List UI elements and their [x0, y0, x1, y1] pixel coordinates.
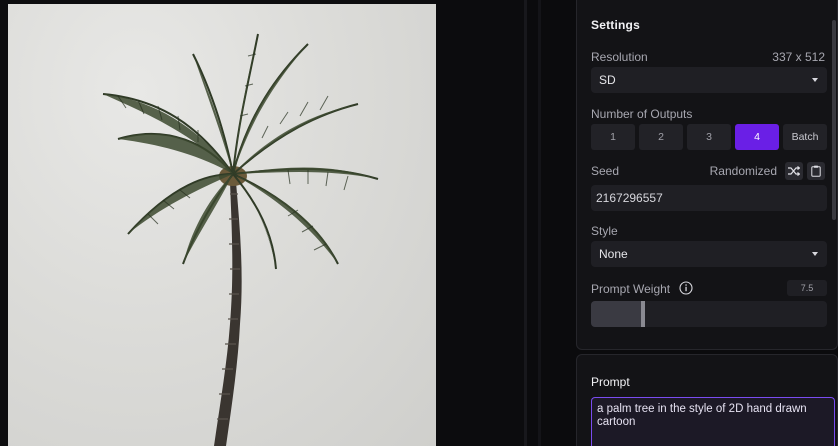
palm-tree-image: [102, 33, 379, 446]
settings-panel: Settings Resolution 337 x 512 SD Number …: [576, 0, 838, 350]
shuffle-icon[interactable]: [785, 162, 803, 180]
seed-label: Seed: [591, 164, 620, 178]
seed-input[interactable]: 2167296557: [591, 185, 827, 211]
info-glyph: [679, 281, 693, 295]
generated-image[interactable]: [8, 4, 436, 446]
seed-tools: Randomized: [710, 162, 825, 180]
prompt-title: Prompt: [591, 375, 630, 389]
prompt-weight-slider[interactable]: [591, 301, 827, 327]
resolution-value: 337 x 512: [772, 50, 825, 64]
style-select[interactable]: None: [591, 241, 827, 267]
outputs-option-4[interactable]: 4: [735, 124, 779, 150]
shuffle-glyph: [788, 166, 800, 176]
prompt-weight-slider-thumb[interactable]: [641, 301, 645, 327]
chevron-down-icon: [812, 78, 818, 82]
seed-value: 2167296557: [596, 191, 663, 205]
info-icon[interactable]: [679, 281, 693, 295]
prompt-panel: Prompt a palm tree in the style of 2D ha…: [576, 354, 838, 446]
prompt-weight-row: Prompt Weight 7.5: [591, 280, 827, 300]
image-gutter: [436, 0, 526, 446]
image-panel: [0, 0, 436, 446]
panel-divider[interactable]: [524, 0, 527, 446]
outputs-option-2[interactable]: 2: [639, 124, 683, 150]
prompt-weight-value[interactable]: 7.5: [787, 280, 827, 296]
seed-mode: Randomized: [709, 164, 777, 178]
clipboard-glyph: [811, 165, 821, 177]
outputs-option-3[interactable]: 3: [687, 124, 731, 150]
outputs-option-batch[interactable]: Batch: [783, 124, 827, 150]
style-selected: None: [599, 247, 628, 261]
resolution-label: Resolution: [591, 50, 648, 64]
settings-scrollbar[interactable]: [832, 20, 836, 220]
prompt-textarea[interactable]: a palm tree in the style of 2D hand draw…: [591, 397, 835, 446]
resolution-select[interactable]: SD: [591, 67, 827, 93]
style-label: Style: [591, 224, 618, 238]
outputs-segmented-control: 1 2 3 4 Batch: [591, 124, 827, 150]
prompt-weight-label: Prompt Weight: [591, 282, 671, 296]
panel-divider: [538, 0, 541, 446]
resolution-selected: SD: [599, 73, 616, 87]
settings-title: Settings: [591, 18, 640, 32]
prompt-weight-slider-fill: [591, 301, 643, 327]
outputs-label: Number of Outputs: [591, 107, 693, 121]
outputs-option-1[interactable]: 1: [591, 124, 635, 150]
chevron-down-icon: [812, 252, 818, 256]
clipboard-icon[interactable]: [807, 162, 825, 180]
